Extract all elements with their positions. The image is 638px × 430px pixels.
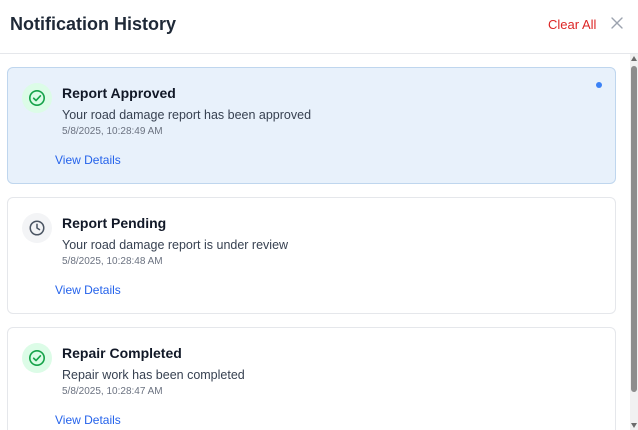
notification-timestamp: 5/8/2025, 10:28:49 AM xyxy=(62,126,163,137)
clear-all-button[interactable]: Clear All xyxy=(548,17,596,32)
vertical-scrollbar[interactable] xyxy=(630,54,638,430)
panel-header: Notification History Clear All xyxy=(0,0,638,54)
view-details-link[interactable]: View Details xyxy=(55,283,121,297)
notification-list: Report Approved Your road damage report … xyxy=(0,54,630,430)
check-circle-icon xyxy=(22,343,52,373)
notification-card[interactable]: Repair Completed Repair work has been co… xyxy=(7,327,616,430)
close-icon[interactable] xyxy=(609,15,625,31)
view-details-link[interactable]: View Details xyxy=(55,153,121,167)
panel-title: Notification History xyxy=(10,14,177,34)
notification-timestamp: 5/8/2025, 10:28:47 AM xyxy=(62,386,163,397)
notification-message: Your road damage report has been approve… xyxy=(62,108,312,122)
notification-message: Repair work has been completed xyxy=(62,368,245,382)
notification-card[interactable]: Report Approved Your road damage report … xyxy=(7,67,616,184)
unread-indicator-dot xyxy=(596,82,602,88)
notification-title: Report Approved xyxy=(62,85,176,101)
check-circle-icon xyxy=(22,83,52,113)
clock-icon xyxy=(22,213,52,243)
view-details-link[interactable]: View Details xyxy=(55,413,121,427)
notification-title: Report Pending xyxy=(62,215,167,231)
scrollbar-thumb[interactable] xyxy=(631,66,637,392)
notification-title: Repair Completed xyxy=(62,345,182,361)
scroll-down-arrow-icon[interactable] xyxy=(631,423,637,428)
notification-history-panel: Notification History Clear All Report Ap… xyxy=(0,0,638,430)
notification-message: Your road damage report is under review xyxy=(62,238,289,252)
notification-timestamp: 5/8/2025, 10:28:48 AM xyxy=(62,256,163,267)
notification-card[interactable]: Report Pending Your road damage report i… xyxy=(7,197,616,314)
scroll-up-arrow-icon[interactable] xyxy=(631,56,637,61)
